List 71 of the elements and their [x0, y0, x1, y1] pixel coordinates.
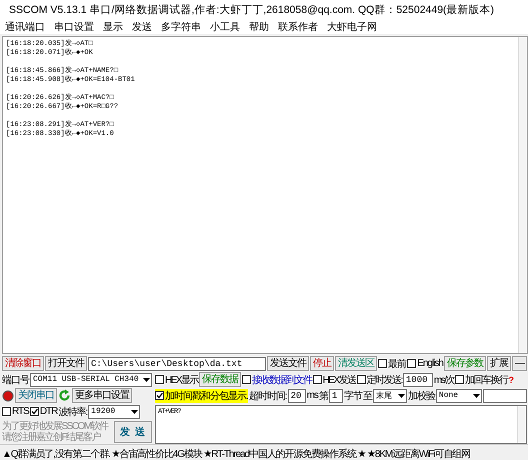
check-box[interactable] [356, 375, 366, 384]
label: 至 [362, 390, 372, 402]
check-box[interactable] [455, 375, 464, 384]
menu-item[interactable]: 大虾电子网 [327, 20, 377, 34]
dropdown-arrow-icon[interactable] [472, 392, 481, 398]
button[interactable]: 发 送 [114, 421, 152, 443]
button[interactable]: 清发送区 [335, 356, 378, 371]
checkbox[interactable]: 接收数据到文件 [242, 372, 312, 386]
button[interactable]: 停止 [310, 356, 334, 371]
check-box[interactable] [155, 391, 164, 400]
button[interactable]: 扩展 [487, 356, 511, 371]
button[interactable]: 发送文件 [267, 356, 310, 371]
button[interactable]: 保存参数 [444, 356, 486, 371]
checkbox[interactable]: DTR [30, 406, 58, 417]
checkbox[interactable]: 加时间戳和分包显示. [155, 388, 248, 402]
dropdown[interactable]: 末尾 [372, 388, 407, 402]
label: 端口号 [2, 374, 29, 386]
button[interactable]: 清除窗口 [2, 356, 44, 371]
dropdown[interactable]: None [436, 388, 482, 402]
input-field[interactable]: 1000 [402, 372, 433, 386]
hint-text: 为了更好地发展SSCOM软件 请您注册嘉立创F结尾客户 [2, 421, 110, 443]
input-field[interactable] [482, 388, 527, 402]
button[interactable]: 打开文件 [45, 356, 87, 371]
checkbox[interactable]: English [407, 358, 443, 369]
menu-item[interactable]: 串口设置 [54, 20, 94, 34]
label: 字节 [344, 390, 362, 402]
checkbox[interactable]: HEX发送 [312, 372, 356, 386]
check-box[interactable] [407, 359, 416, 368]
checkbox[interactable]: HEX显示 [155, 372, 198, 386]
check-box[interactable] [155, 375, 164, 384]
dropdown[interactable]: 19200 [88, 404, 140, 418]
checkbox[interactable]: 定时发送: [356, 372, 402, 386]
input-field[interactable]: 20 [288, 388, 306, 402]
help-mark[interactable]: ? [508, 374, 513, 384]
menu-item[interactable]: 帮助 [249, 20, 269, 34]
button[interactable]: 关闭串口 [15, 388, 57, 403]
status-text: ▲Q群满员了,没有第二个群. ★合宙高性价比4G模块 ★RT-Thread中国人的开源免费操作系统 ★ ★8KM远距离WiFi可自组网 [2, 448, 470, 460]
button[interactable]: 保存数据 [199, 372, 242, 387]
check-box[interactable] [30, 407, 39, 416]
scrollbar[interactable] [518, 37, 527, 353]
menu-item[interactable]: 通讯端口 [5, 20, 45, 34]
dropdown-arrow-icon[interactable] [130, 408, 140, 414]
checkmark-icon [156, 392, 163, 399]
checkbox[interactable]: 加回车换行 [455, 372, 508, 386]
check-box[interactable] [242, 375, 252, 384]
label: 第 [318, 390, 328, 402]
dropdown-arrow-icon[interactable] [142, 376, 151, 382]
label: 波特率: [58, 406, 88, 418]
menu-item[interactable]: 显示 [103, 20, 123, 34]
dropdown[interactable]: COM11 USB-SERIAL CH340 [30, 372, 152, 386]
label: 加校验 [408, 390, 435, 402]
window-title: SSCOM V5.13.1 串口/网络数据调试器,作者:大虾丁丁,2618058@qq.com. QQ群：52502449(最新版本) [9, 3, 494, 17]
label: ms [306, 390, 318, 401]
menu-item[interactable]: 多字符串 [161, 20, 201, 34]
label: ms/次 [434, 374, 454, 386]
path-field[interactable]: C:\Users\user\Desktop\da.txt [88, 356, 266, 370]
check-box[interactable] [2, 407, 11, 416]
checkbox[interactable]: RTS [2, 406, 29, 417]
dropdown-arrow-icon[interactable] [396, 392, 406, 398]
label: 超时时间: [248, 390, 287, 402]
button[interactable]: 更多串口设置 [72, 388, 132, 403]
check-box[interactable] [378, 359, 388, 368]
refresh-icon[interactable] [58, 389, 71, 402]
menu-item[interactable]: 小工具 [210, 20, 240, 34]
input-field[interactable]: 1 [328, 388, 343, 402]
checkmark-icon [30, 408, 38, 415]
check-box[interactable] [312, 375, 322, 384]
checkbox[interactable]: 最前 [378, 356, 406, 370]
button[interactable]: — [512, 356, 527, 371]
menu-item[interactable]: 发送 [132, 20, 152, 34]
menu-item[interactable]: 联系作者 [278, 20, 318, 34]
